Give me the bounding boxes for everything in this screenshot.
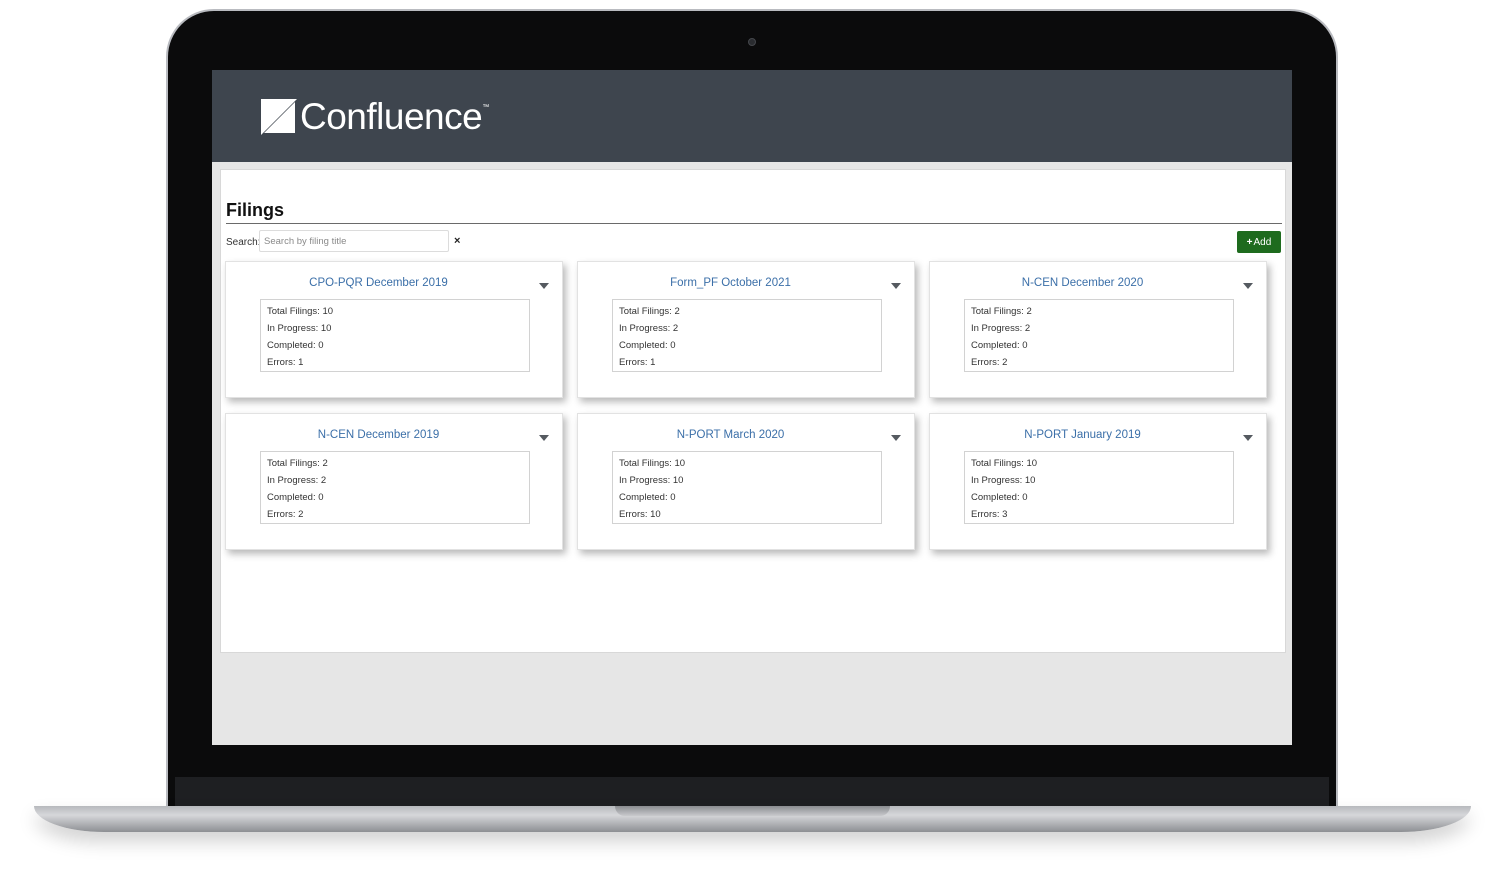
filing-card-title[interactable]: CPO-PQR December 2019 xyxy=(226,277,531,289)
chevron-down-icon[interactable] xyxy=(539,435,549,441)
filing-card-title[interactable]: N-PORT March 2020 xyxy=(578,429,883,441)
filings-panel: Filings Search: × + Add CPO-PQR December… xyxy=(220,169,1286,653)
add-button[interactable]: + Add xyxy=(1237,231,1281,253)
stat-completed: Completed: 0 xyxy=(619,340,676,351)
filing-stats-box: Total Filings: 2 In Progress: 2 Complete… xyxy=(964,299,1234,372)
filing-card[interactable]: N-PORT March 2020 Total Filings: 10 In P… xyxy=(577,413,915,550)
stat-errors: Errors: 1 xyxy=(619,357,656,368)
stat-total-filings: Total Filings: 10 xyxy=(971,458,1038,469)
plus-icon: + xyxy=(1246,236,1253,248)
chevron-down-icon[interactable] xyxy=(891,283,901,289)
stat-total-filings: Total Filings: 10 xyxy=(619,458,686,469)
page-title: Filings xyxy=(226,200,284,220)
stat-in-progress: In Progress: 10 xyxy=(619,475,684,486)
filing-stats-box: Total Filings: 10 In Progress: 10 Comple… xyxy=(964,451,1234,524)
filing-card[interactable]: N-CEN December 2019 Total Filings: 2 In … xyxy=(225,413,563,550)
filing-stats-box: Total Filings: 10 In Progress: 10 Comple… xyxy=(612,451,882,524)
confluence-logo[interactable]: Confluence ™ xyxy=(261,98,489,136)
filing-card[interactable]: CPO-PQR December 2019 Total Filings: 10 … xyxy=(225,261,563,398)
filing-card[interactable]: Form_PF October 2021 Total Filings: 2 In… xyxy=(577,261,915,398)
chevron-down-icon[interactable] xyxy=(891,435,901,441)
search-clear-icon[interactable]: × xyxy=(454,234,460,248)
laptop-base-notch xyxy=(615,806,890,816)
filing-stats-box: Total Filings: 2 In Progress: 2 Complete… xyxy=(260,451,530,524)
filing-card-title[interactable]: Form_PF October 2021 xyxy=(578,277,883,289)
stat-errors: Errors: 3 xyxy=(971,509,1008,520)
logo-text: Confluence xyxy=(300,96,483,137)
chevron-down-icon[interactable] xyxy=(1243,283,1253,289)
filing-card-title[interactable]: N-CEN December 2020 xyxy=(930,277,1235,289)
title-divider xyxy=(226,223,1282,224)
stat-errors: Errors: 1 xyxy=(267,357,304,368)
app-header: Confluence ™ xyxy=(212,70,1292,162)
stat-in-progress: In Progress: 10 xyxy=(971,475,1036,486)
stat-in-progress: In Progress: 2 xyxy=(619,323,679,334)
filing-stats-box: Total Filings: 2 In Progress: 2 Complete… xyxy=(612,299,882,372)
stat-errors: Errors: 10 xyxy=(619,509,661,520)
filing-card-title[interactable]: N-CEN December 2019 xyxy=(226,429,531,441)
stat-total-filings: Total Filings: 2 xyxy=(971,306,1032,317)
search-label: Search: xyxy=(226,237,261,248)
stat-errors: Errors: 2 xyxy=(971,357,1008,368)
stat-in-progress: In Progress: 10 xyxy=(267,323,332,334)
stat-completed: Completed: 0 xyxy=(267,340,324,351)
stat-errors: Errors: 2 xyxy=(267,509,304,520)
chevron-down-icon[interactable] xyxy=(1243,435,1253,441)
stat-in-progress: In Progress: 2 xyxy=(267,475,327,486)
chevron-down-icon[interactable] xyxy=(539,283,549,289)
filing-card-title[interactable]: N-PORT January 2019 xyxy=(930,429,1235,441)
stat-total-filings: Total Filings: 2 xyxy=(619,306,680,317)
search-input[interactable] xyxy=(259,230,449,252)
stat-total-filings: Total Filings: 10 xyxy=(267,306,334,317)
filing-card[interactable]: N-PORT January 2019 Total Filings: 10 In… xyxy=(929,413,1267,550)
stat-completed: Completed: 0 xyxy=(619,492,676,503)
confluence-logo-mark-icon xyxy=(261,99,297,135)
filing-card[interactable]: N-CEN December 2020 Total Filings: 2 In … xyxy=(929,261,1267,398)
webcam-icon xyxy=(748,38,756,46)
stat-in-progress: In Progress: 2 xyxy=(971,323,1031,334)
stat-completed: Completed: 0 xyxy=(267,492,324,503)
stat-total-filings: Total Filings: 2 xyxy=(267,458,328,469)
add-button-label: Add xyxy=(1253,236,1272,248)
filing-stats-box: Total Filings: 10 In Progress: 10 Comple… xyxy=(260,299,530,372)
logo-trademark: ™ xyxy=(482,104,490,111)
stat-completed: Completed: 0 xyxy=(971,340,1028,351)
laptop-bezel-bottom xyxy=(175,777,1329,807)
stat-completed: Completed: 0 xyxy=(971,492,1028,503)
app-screen: Confluence ™ Filings Search: × + Add CPO… xyxy=(212,70,1292,745)
